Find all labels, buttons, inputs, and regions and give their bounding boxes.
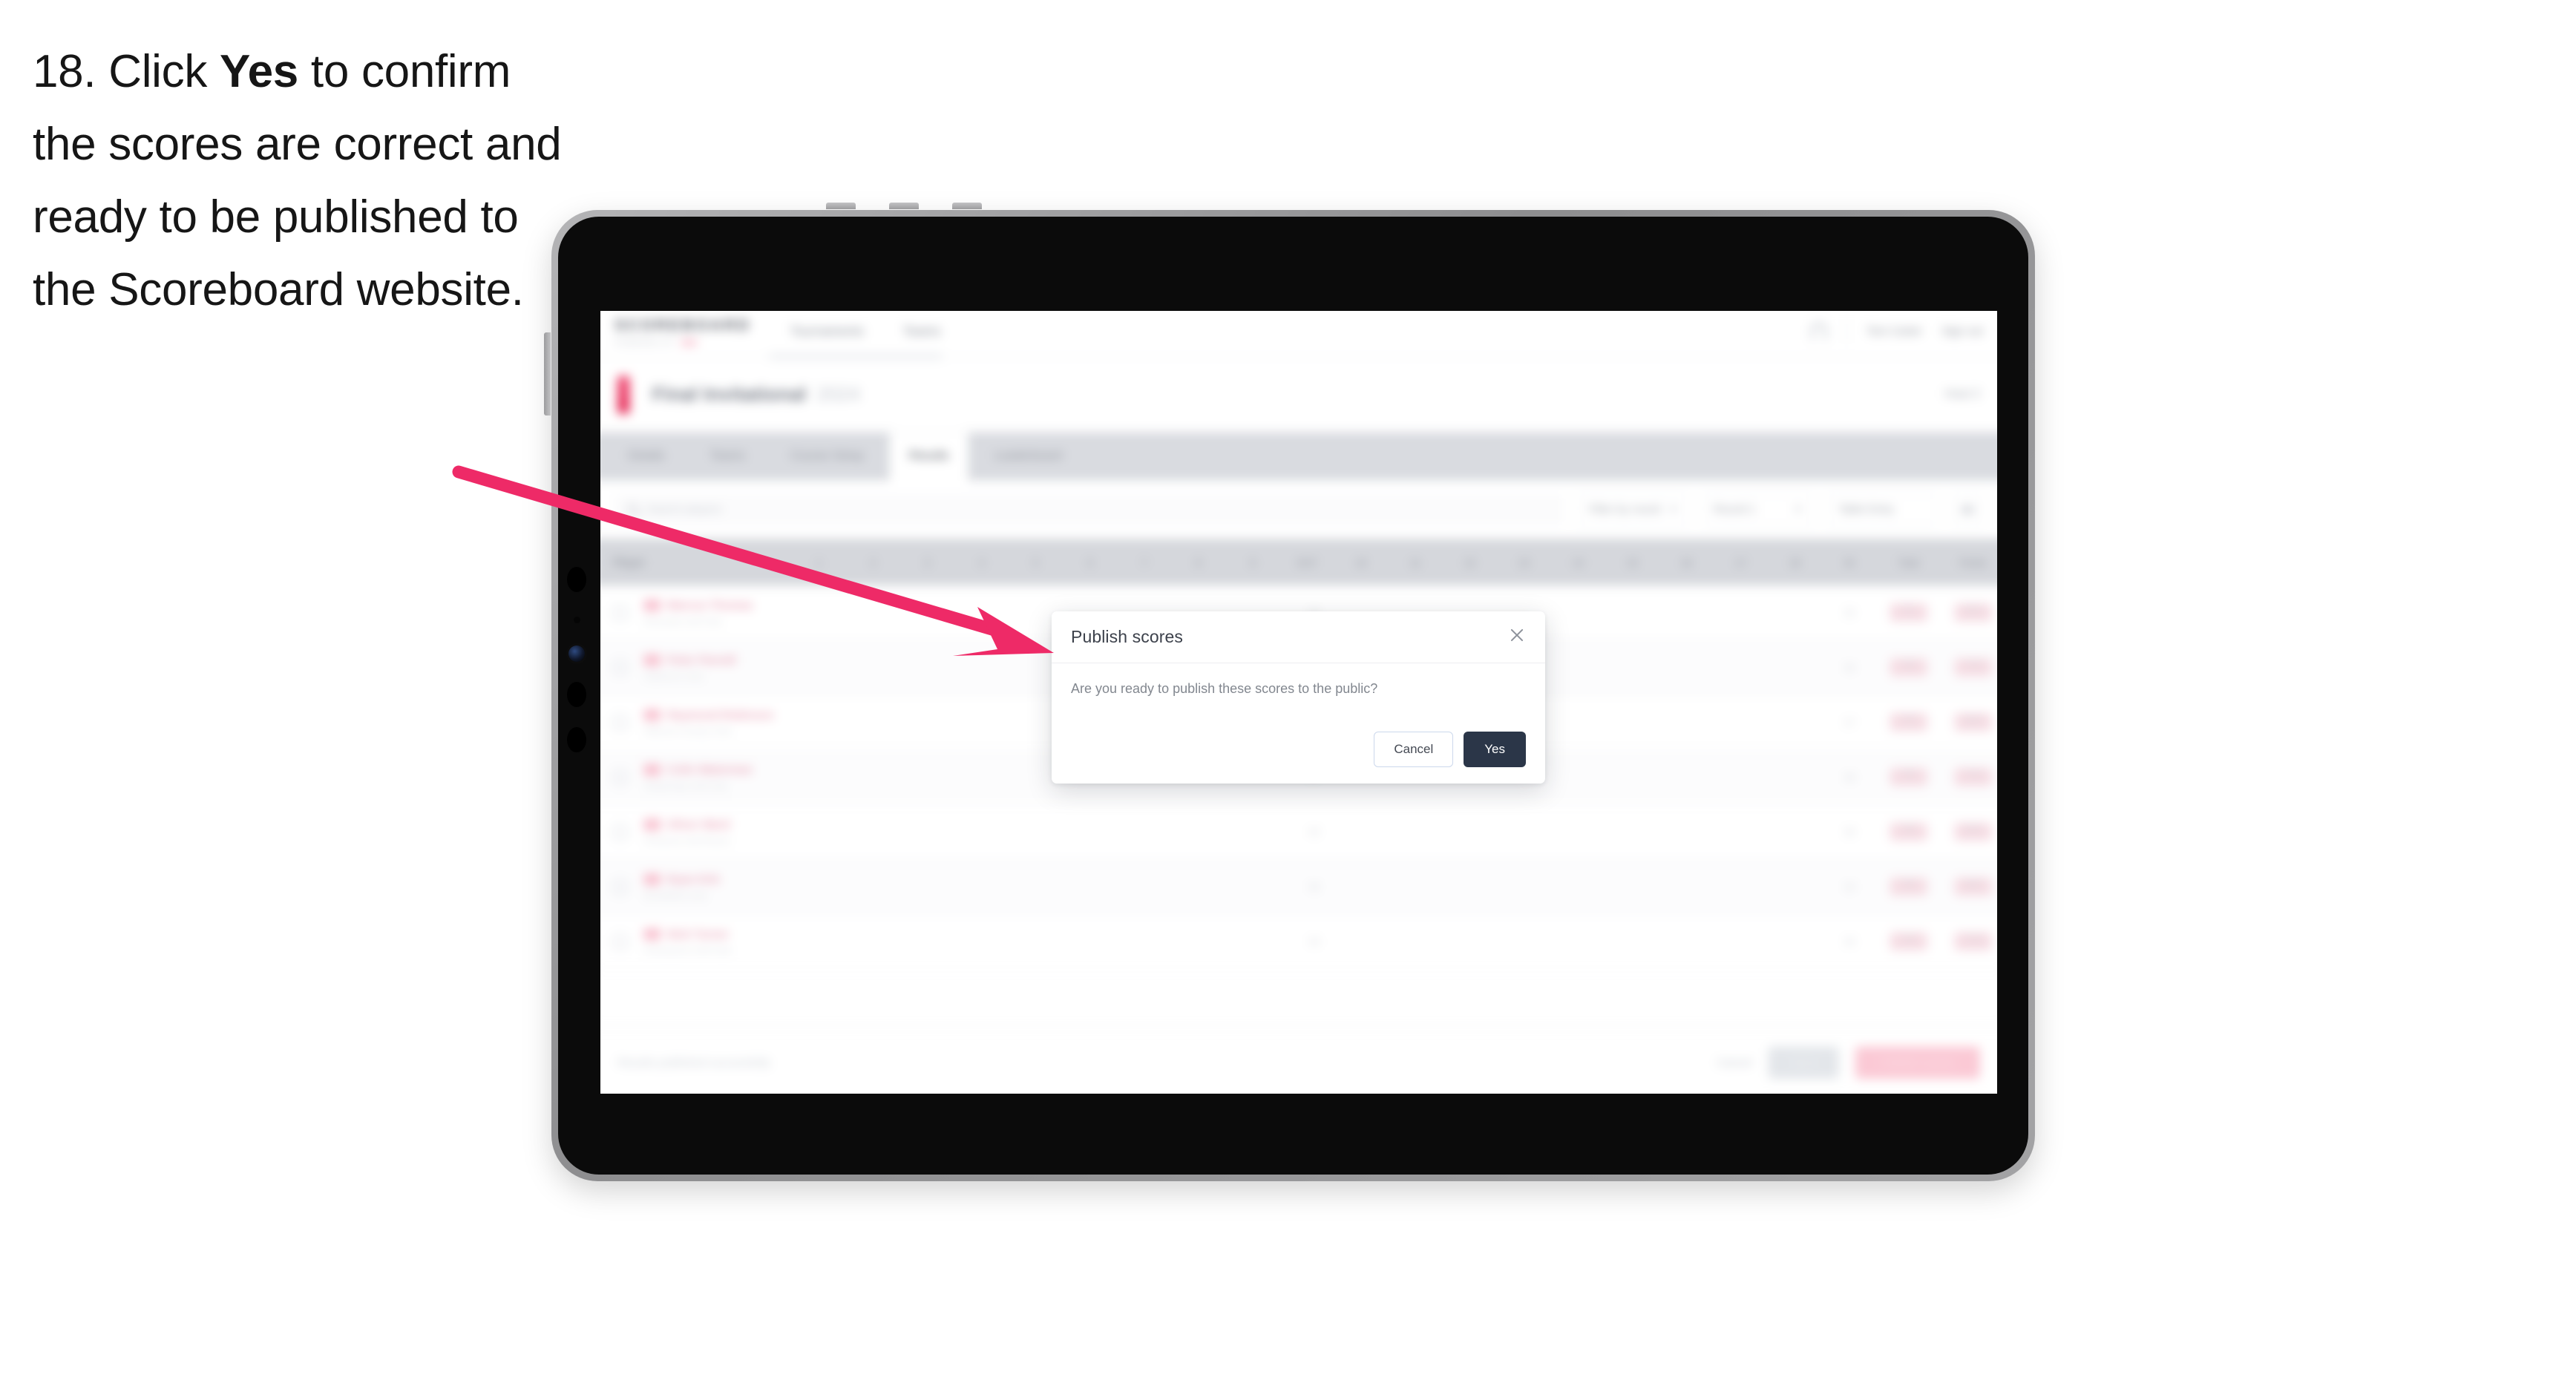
top-button-3[interactable] — [952, 203, 982, 209]
dialog-title: Publish scores — [1071, 627, 1183, 646]
instruction-text: 18. Click Yes to confirm the scores are … — [33, 36, 574, 326]
dialog-actions: Cancel Yes — [1374, 732, 1526, 767]
side-button[interactable] — [544, 332, 551, 416]
yes-button[interactable]: Yes — [1464, 732, 1526, 767]
tablet-screen: SCOREBOARD POWERED BY Tournaments Teams — [600, 311, 1997, 1094]
tablet-bezel: SCOREBOARD POWERED BY Tournaments Teams — [558, 217, 2028, 1175]
top-button-1[interactable] — [826, 203, 856, 209]
dialog-header: Publish scores — [1052, 611, 1545, 663]
speaker-grill-mid — [567, 682, 586, 707]
instruction-lead: Click — [96, 46, 220, 97]
ambient-sensor — [574, 617, 580, 623]
cancel-button[interactable]: Cancel — [1374, 732, 1454, 767]
screenshot-canvas: 18. Click Yes to confirm the scores are … — [0, 0, 2576, 1386]
publish-scores-dialog: Publish scores Are you ready to publish … — [1052, 611, 1545, 784]
speaker-grill-top — [567, 567, 586, 592]
dialog-message: Are you ready to publish these scores to… — [1071, 681, 1378, 696]
instruction-bold-keyword: Yes — [219, 46, 298, 97]
step-number: 18. — [33, 46, 96, 97]
top-button-2[interactable] — [889, 203, 919, 209]
close-x-icon[interactable] — [1506, 624, 1528, 646]
modal-overlay: Publish scores Are you ready to publish … — [600, 311, 1997, 1094]
tablet-device: SCOREBOARD POWERED BY Tournaments Teams — [544, 203, 2035, 1181]
speaker-grill-bottom — [567, 727, 586, 752]
front-camera-icon — [568, 646, 585, 662]
